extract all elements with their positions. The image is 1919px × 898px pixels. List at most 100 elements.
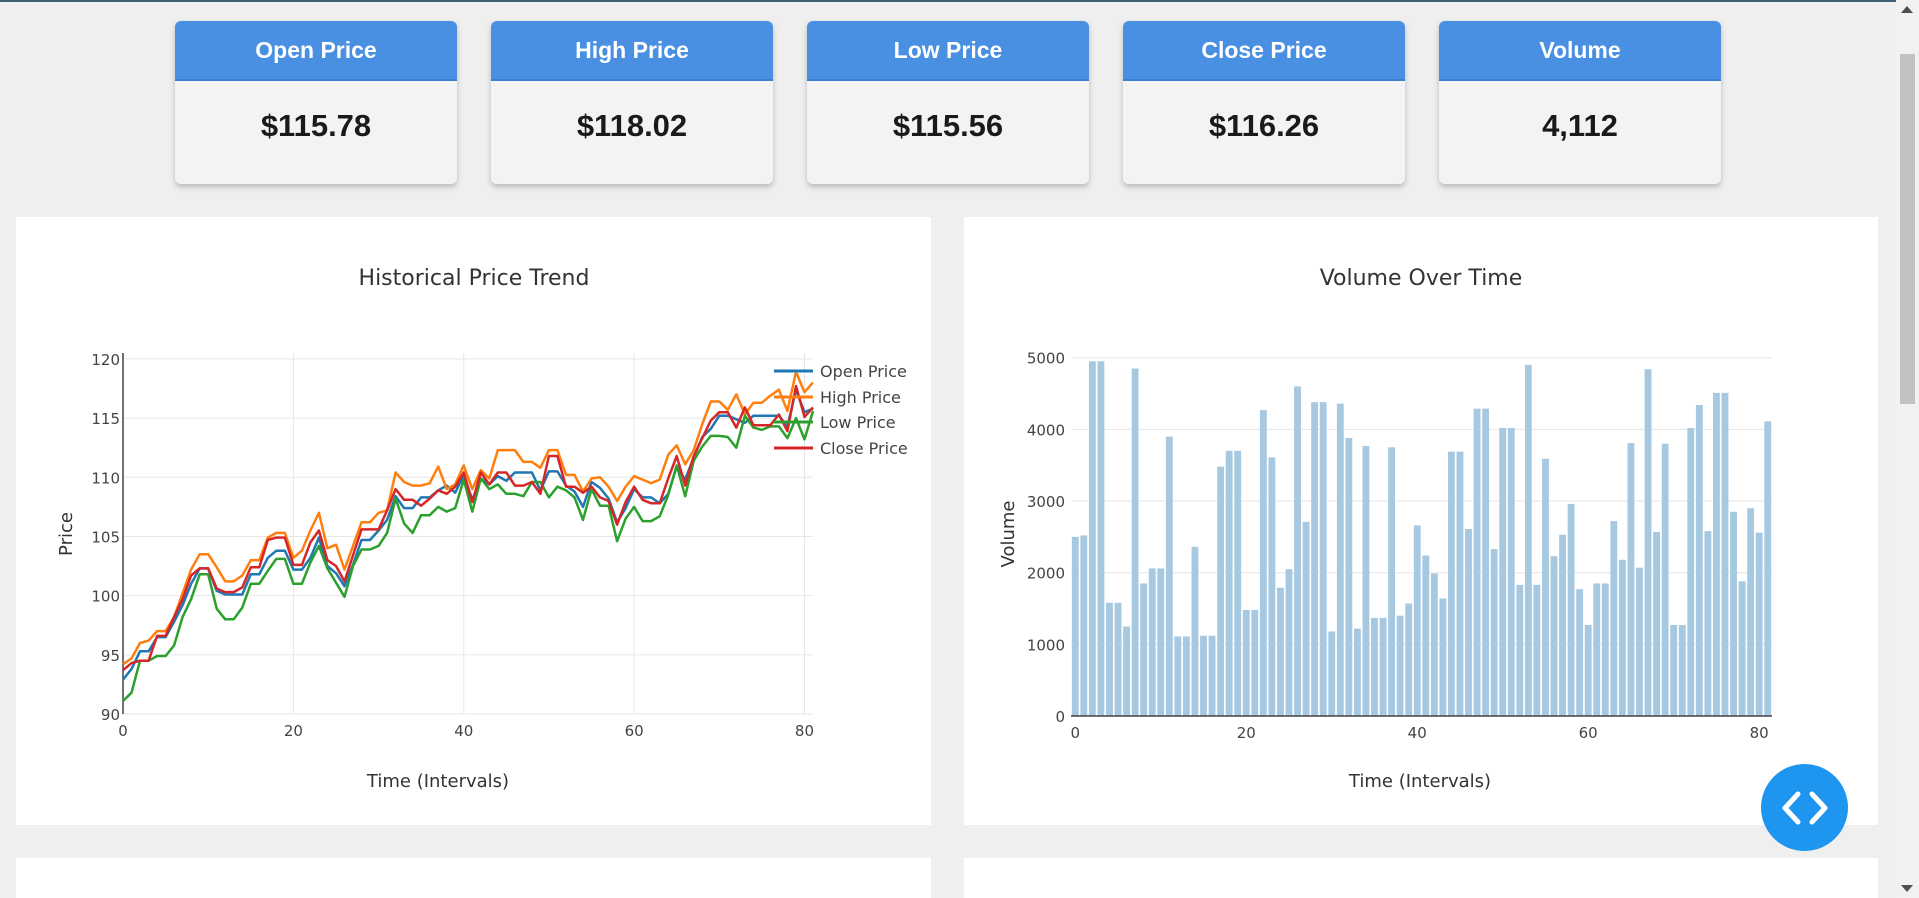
top-border xyxy=(0,0,1919,2)
volume-bar xyxy=(1080,535,1088,716)
card-value: $115.78 xyxy=(260,108,372,143)
axis-ticks: 90 95 100 105 110 115 120 0 20 40 60 80 xyxy=(91,351,814,740)
volume-bar xyxy=(1379,617,1387,716)
x-tick-label: 20 xyxy=(1237,724,1256,742)
volume-bar xyxy=(1764,421,1772,716)
volume-bar xyxy=(1388,447,1395,716)
volume-bar xyxy=(1499,427,1507,716)
volume-bar xyxy=(1524,364,1532,716)
x-tick-label: 0 xyxy=(1071,724,1081,742)
volume-bar xyxy=(1294,386,1301,716)
volume-bar xyxy=(1285,569,1293,716)
lower-left-panel xyxy=(16,858,931,898)
volume-bar xyxy=(1259,410,1267,716)
volume-bar xyxy=(1755,532,1763,716)
volume-bar xyxy=(1430,573,1438,716)
card-title: High Price xyxy=(491,21,773,81)
scrollbar-thumb[interactable] xyxy=(1900,54,1915,404)
card-value: $116.26 xyxy=(1208,108,1320,143)
volume-bar xyxy=(1576,589,1584,716)
chart-title: Volume Over Time xyxy=(1320,266,1523,291)
volume-bar xyxy=(1268,457,1276,716)
card-value: 4,112 xyxy=(1542,108,1618,143)
volume-bar xyxy=(1277,587,1284,716)
volume-bar xyxy=(1123,626,1130,716)
volume-bar xyxy=(1610,521,1618,716)
y-tick-label: 90 xyxy=(101,706,120,724)
volume-bar xyxy=(1131,368,1139,716)
volume-bar xyxy=(1584,625,1592,716)
high-price-card: High Price $118.02 xyxy=(491,21,773,184)
x-tick-label: 40 xyxy=(454,722,473,740)
y-tick-label: 5000 xyxy=(1027,350,1065,368)
x-axis-label: Time (Intervals) xyxy=(1348,771,1491,792)
volume-bar xyxy=(1208,635,1216,716)
card-title: Low Price xyxy=(807,21,1089,81)
volume-bar xyxy=(1174,636,1182,716)
volume-bar xyxy=(1747,508,1755,716)
volume-bar xyxy=(1106,602,1113,716)
legend-item-close-price[interactable]: Close Price xyxy=(774,439,908,458)
volume-bar xyxy=(1191,546,1199,716)
volume-bar xyxy=(1396,615,1404,716)
volume-bar xyxy=(1738,581,1746,716)
volume-bar xyxy=(1157,568,1165,716)
volume-bar xyxy=(1182,636,1190,716)
volume-bar xyxy=(1730,511,1737,716)
scroll-up-arrow-icon[interactable] xyxy=(1901,6,1913,13)
card-value: $118.02 xyxy=(576,108,688,143)
volume-bar xyxy=(1704,531,1712,716)
volume-bar xyxy=(1405,603,1413,716)
volume-bar xyxy=(1533,584,1541,716)
card-title: Open Price xyxy=(175,21,457,81)
volume-bar xyxy=(1328,631,1336,716)
open-price-card: Open Price $115.78 xyxy=(175,21,457,184)
card-title: Close Price xyxy=(1123,21,1405,81)
volume-bar xyxy=(1319,402,1327,716)
scroll-down-arrow-icon[interactable] xyxy=(1901,885,1913,892)
volume-bar xyxy=(1165,436,1173,716)
volume-bar xyxy=(1251,609,1259,716)
volume-bar xyxy=(1678,625,1686,716)
volume-bar xyxy=(1302,521,1310,716)
y-tick-label: 115 xyxy=(91,410,120,428)
volume-card: Volume 4,112 xyxy=(1439,21,1721,184)
volume-bar xyxy=(1644,369,1652,716)
volume-bar xyxy=(1653,531,1661,716)
chart-title: Historical Price Trend xyxy=(359,266,590,291)
price-chart-panel: Historical Price Trend 90 95 100 105 110 115 1… xyxy=(16,217,931,825)
code-toggle-button[interactable] xyxy=(1761,764,1848,851)
volume-bar xyxy=(1601,583,1609,716)
x-tick-label: 60 xyxy=(1579,724,1598,742)
volume-bar xyxy=(1721,392,1729,716)
volume-bar xyxy=(1448,451,1455,716)
svg-text:Low Price: Low Price xyxy=(820,413,896,432)
volume-bar xyxy=(1234,450,1242,716)
volume-bar xyxy=(1225,450,1233,716)
y-tick-label: 120 xyxy=(91,351,120,369)
volume-bar xyxy=(1148,568,1156,716)
volume-bar xyxy=(1516,584,1524,716)
volume-bar xyxy=(1636,567,1643,716)
volume-bar xyxy=(1071,536,1079,716)
close-price-card: Close Price $116.26 xyxy=(1123,21,1405,184)
volume-bar xyxy=(1439,598,1447,716)
volume-bar xyxy=(1371,617,1378,716)
volume-bar xyxy=(1413,525,1421,716)
volume-chart-panel: Volume Over Time 0 1000 2000 3000 4000 5000 0 2… xyxy=(964,217,1878,825)
volume-bar xyxy=(1618,559,1626,716)
volume-bar xyxy=(1713,392,1720,716)
volume-chart: Volume Over Time 0 1000 2000 3000 4000 5000 0 2… xyxy=(998,266,1772,792)
x-tick-label: 20 xyxy=(284,722,303,740)
svg-text:Close Price: Close Price xyxy=(820,439,908,458)
volume-bar xyxy=(1542,458,1549,716)
x-tick-label: 40 xyxy=(1408,724,1427,742)
volume-bar xyxy=(1088,361,1096,716)
y-tick-label: 110 xyxy=(91,469,120,487)
y-tick-label: 100 xyxy=(91,588,120,606)
volume-bar xyxy=(1422,555,1430,716)
y-axis-label: Price xyxy=(56,512,77,556)
y-tick-label: 0 xyxy=(1055,708,1065,726)
page-scrollbar[interactable] xyxy=(1896,0,1919,898)
volume-bar xyxy=(1507,427,1515,716)
